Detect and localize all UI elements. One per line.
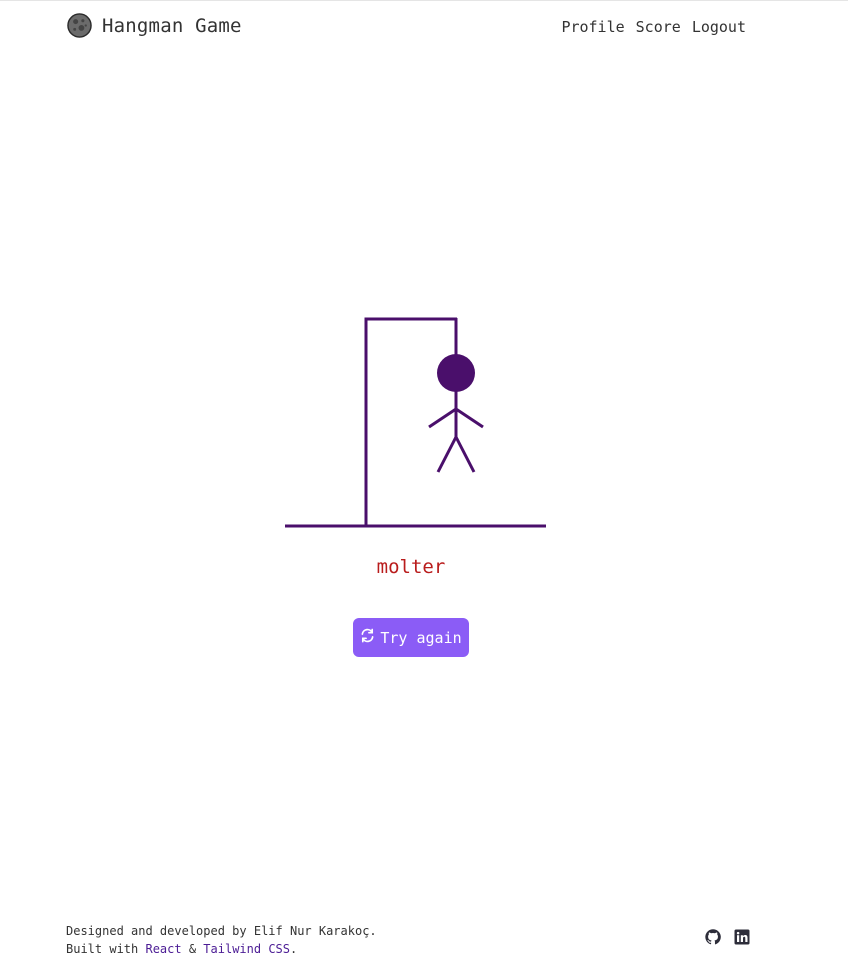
app-title: Hangman Game: [102, 14, 242, 37]
tailwind-link[interactable]: Tailwind CSS: [203, 942, 290, 956]
ampersand: &: [181, 942, 204, 956]
top-navbar: Hangman Game Profile Score Logout: [0, 1, 848, 53]
github-icon[interactable]: [705, 929, 721, 945]
refresh-icon: [361, 628, 374, 643]
hangman-head: [437, 354, 475, 392]
try-again-button[interactable]: Try again: [353, 618, 469, 657]
linkedin-icon[interactable]: [734, 929, 750, 945]
built-with-suffix: .: [290, 942, 298, 956]
main-nav: Profile Score Logout: [561, 18, 746, 36]
nav-profile-link[interactable]: Profile: [561, 18, 624, 36]
react-link[interactable]: React: [145, 942, 181, 956]
try-again-label: Try again: [380, 628, 462, 647]
page: Hangman Game Profile Score Logout molter: [0, 0, 848, 966]
built-with-prefix: Built with: [66, 942, 146, 956]
revealed-word: molter: [376, 556, 446, 578]
hangman-right-arm: [455, 407, 484, 429]
moon-icon: [67, 13, 92, 38]
hangman-right-leg: [454, 436, 476, 473]
footer-built-with: Built with React & Tailwind CSS.: [66, 940, 377, 958]
social-links: [705, 929, 750, 945]
nav-logout-link[interactable]: Logout: [692, 18, 746, 36]
hangman-left-leg: [436, 436, 458, 473]
footer: Designed and developed by Elif Nur Karak…: [66, 922, 377, 958]
hangman-left-arm: [428, 407, 457, 429]
nav-score-link[interactable]: Score: [636, 18, 681, 36]
footer-credit: Designed and developed by Elif Nur Karak…: [66, 924, 377, 938]
brand[interactable]: Hangman Game: [67, 13, 242, 38]
hangman-drawing: [285, 317, 546, 528]
